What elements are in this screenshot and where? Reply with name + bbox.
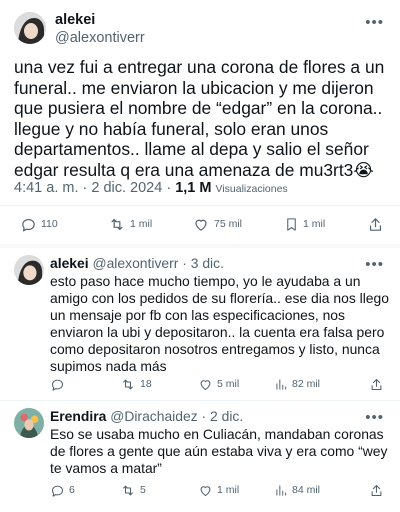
views-button[interactable]: 82 mil (274, 377, 320, 392)
bookmark-button[interactable]: 1 mil (284, 216, 325, 233)
reply-icon (22, 218, 35, 231)
tweet-text: una vez fui a entregar una corona de flo… (14, 57, 385, 180)
like-button[interactable]: 5 mil (198, 377, 239, 392)
reply-header: alekei @alexontiverr · 3 dic. (50, 255, 224, 271)
views-count: 1,1 M (175, 180, 212, 196)
reply-actions: 6 5 1 mil 84 mil (50, 481, 384, 499)
author-name[interactable]: alekei (55, 12, 95, 28)
heart-icon (200, 379, 211, 390)
views-chart-icon (276, 378, 287, 390)
like-count: 1 mil (217, 484, 240, 496)
avatar[interactable] (14, 255, 44, 285)
views-label: Visualizaciones (215, 183, 288, 195)
reply-header: Erendira @Dirachaidez · 2 dic. (50, 408, 243, 424)
views-count: 84 mil (292, 484, 321, 496)
share-icon (371, 484, 382, 496)
divider (0, 400, 400, 401)
share-icon (369, 217, 382, 231)
more-options-icon[interactable]: ••• (365, 14, 384, 31)
reply-icon (51, 485, 64, 497)
share-icon (371, 378, 382, 390)
bookmark-count: 1 mil (303, 218, 326, 230)
bookmark-icon (287, 217, 296, 231)
retweet-count: 1 mil (130, 218, 153, 230)
heart-icon (200, 485, 211, 496)
reply-actions: 18 5 mil 82 mil (50, 375, 384, 393)
share-button[interactable] (369, 377, 384, 392)
author-name[interactable]: alekei (50, 255, 89, 271)
author-handle[interactable]: @alexontiverr · 3 dic. (92, 255, 223, 271)
retweet-icon (123, 485, 133, 495)
divider (0, 205, 400, 206)
more-options-icon[interactable]: ••• (365, 256, 384, 273)
tweet-actions: 110 1 mil 75 mil 1 mil (20, 214, 384, 234)
reply-button[interactable]: 110 (20, 216, 58, 233)
heart-icon (195, 219, 207, 231)
reply-text: esto paso hace mucho tiempo, yo le ayuda… (50, 273, 389, 374)
reply-count: 110 (41, 218, 58, 230)
retweet-icon (123, 379, 133, 389)
author-handle[interactable]: @Dirachaidez · 2 dic. (110, 408, 243, 424)
tweet-meta: 4:41 a. m. · 2 dic. 2024 · 1,1 M Visuali… (14, 180, 288, 196)
reply-button[interactable] (50, 377, 69, 392)
share-button[interactable] (367, 216, 384, 233)
avatar-image (14, 12, 46, 44)
avatar[interactable] (14, 12, 46, 44)
avatar[interactable] (14, 408, 44, 438)
avatar-image (14, 255, 44, 285)
retweet-count: 18 (140, 378, 152, 390)
reply-text: Eso se usaba mucho en Culiacán, mandaban… (50, 426, 388, 476)
retweet-icon (111, 218, 123, 230)
retweet-button[interactable]: 5 (120, 483, 146, 498)
retweet-count: 5 (140, 484, 146, 496)
views-count: 82 mil (292, 378, 321, 390)
divider (0, 244, 400, 248)
reply-count: 6 (69, 484, 75, 496)
like-button[interactable]: 1 mil (198, 483, 239, 498)
like-count: 75 mil (214, 218, 243, 230)
author-handle[interactable]: @alexontiverr (55, 30, 145, 46)
like-button[interactable]: 75 mil (192, 216, 242, 233)
reply-icon (51, 379, 64, 391)
share-button[interactable] (369, 483, 384, 498)
retweet-button[interactable]: 1 mil (108, 216, 152, 233)
reply-button[interactable]: 6 (50, 483, 75, 498)
more-options-icon[interactable]: ••• (365, 409, 384, 426)
timestamp[interactable]: 4:41 a. m. · 2 dic. 2024 · (14, 180, 171, 196)
views-chart-icon (276, 484, 287, 496)
views-button[interactable]: 84 mil (274, 483, 320, 498)
like-count: 5 mil (217, 378, 240, 390)
avatar-image (14, 408, 44, 438)
retweet-button[interactable]: 18 (120, 377, 152, 392)
author-name[interactable]: Erendira (50, 408, 106, 424)
